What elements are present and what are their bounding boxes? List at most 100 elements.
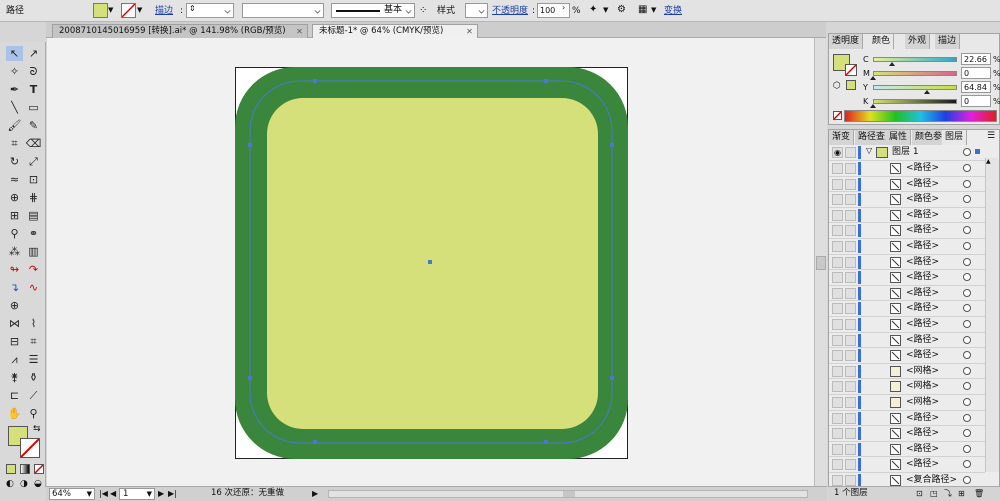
blend-tool-icon[interactable]: ⚭ bbox=[25, 226, 42, 241]
warp-tool-icon[interactable]: ≈ bbox=[6, 172, 23, 187]
eye-toggle[interactable] bbox=[832, 178, 843, 190]
eye-toggle[interactable] bbox=[832, 163, 843, 174]
layers-scrollbar[interactable]: ▲ bbox=[985, 158, 999, 472]
pen-tool-icon[interactable]: ✒ bbox=[6, 82, 23, 97]
slider-thumb[interactable] bbox=[924, 90, 931, 94]
target-icon[interactable] bbox=[963, 413, 971, 422]
lock-toggle[interactable] bbox=[845, 443, 856, 455]
lock-toggle[interactable] bbox=[845, 287, 856, 299]
lock-toggle[interactable] bbox=[845, 272, 856, 284]
fill-swatch[interactable] bbox=[93, 3, 108, 18]
slider-thumb[interactable] bbox=[870, 104, 876, 108]
eye-toggle[interactable] bbox=[832, 459, 843, 471]
wave-tool-icon[interactable]: ⌇ bbox=[25, 316, 42, 331]
target-icon[interactable] bbox=[963, 320, 971, 328]
layer-item-row[interactable]: <路径> bbox=[829, 442, 985, 458]
eye-toggle[interactable] bbox=[832, 225, 843, 237]
target-icon[interactable] bbox=[963, 210, 971, 219]
layer-item-row[interactable]: <路径> bbox=[829, 411, 985, 427]
join-tool-icon[interactable]: ↴ bbox=[6, 280, 23, 295]
inner-rounded-square[interactable] bbox=[267, 98, 598, 429]
hand-tool-icon[interactable]: ✋ bbox=[6, 406, 23, 421]
slider-value[interactable]: 0 bbox=[961, 95, 991, 107]
layer-item-row[interactable]: <路径> bbox=[829, 208, 985, 224]
new-layer-icon[interactable]: ⊞ bbox=[958, 487, 965, 500]
scroll-thumb[interactable] bbox=[816, 256, 826, 270]
lock-toggle[interactable] bbox=[845, 256, 856, 268]
target-icon[interactable] bbox=[963, 366, 971, 375]
layer-item-row[interactable]: <网格> bbox=[829, 379, 985, 395]
layer-item-row[interactable]: <路径> bbox=[829, 239, 985, 255]
anchor-point[interactable] bbox=[248, 376, 252, 380]
lock-toggle[interactable] bbox=[845, 163, 856, 174]
perspective-grid-tool-icon[interactable]: ⋕ bbox=[25, 190, 42, 205]
next-artboard-icon[interactable]: ▶ bbox=[158, 487, 164, 500]
vertical-scrollbar[interactable] bbox=[814, 38, 827, 487]
line-tool-icon[interactable]: ╲ bbox=[6, 100, 23, 115]
layer-item-row[interactable]: <路径> bbox=[829, 161, 985, 177]
artboard-dropdown[interactable]: 1 ▼ bbox=[119, 488, 155, 500]
out-of-gamut-icon[interactable]: ⬡ bbox=[833, 81, 841, 91]
width-tool-icon[interactable]: ⌗ bbox=[25, 334, 42, 349]
target-icon[interactable] bbox=[963, 444, 971, 453]
crop-tool-icon[interactable]: ⊏ bbox=[6, 388, 23, 403]
cyan-slider[interactable] bbox=[873, 57, 957, 62]
layer-item-row[interactable]: <路径> bbox=[829, 270, 985, 286]
eye-toggle[interactable] bbox=[832, 241, 843, 252]
eraser-tool-icon[interactable]: ⌫ bbox=[25, 136, 42, 151]
selection-tool-icon[interactable]: ↖ bbox=[6, 46, 23, 61]
target-icon[interactable] bbox=[963, 195, 971, 204]
target-icon[interactable] bbox=[963, 148, 971, 156]
target-icon[interactable] bbox=[963, 273, 971, 282]
tab-stroke[interactable]: 描边 bbox=[935, 34, 961, 49]
tab-gradient[interactable]: 渐变 bbox=[829, 130, 855, 145]
anchor-point[interactable] bbox=[544, 440, 548, 444]
anchor-point[interactable] bbox=[610, 143, 614, 147]
opacity-input[interactable]: 100 › bbox=[537, 3, 570, 18]
target-icon[interactable] bbox=[963, 476, 971, 484]
target-icon[interactable] bbox=[963, 398, 971, 406]
tab-document-2[interactable]: 未标题-1* @ 64% (CMYK/预览) ✕ bbox=[312, 24, 478, 38]
locate-object-icon[interactable]: ⊡ bbox=[916, 487, 923, 500]
eye-toggle[interactable] bbox=[832, 443, 843, 455]
layer-item-row[interactable]: <路径> bbox=[829, 286, 985, 302]
stroke-weight-dropdown[interactable]: ⇕ bbox=[186, 3, 234, 18]
direct-selection-tool-icon[interactable]: ↗ bbox=[25, 46, 42, 61]
magic-wand-tool-icon[interactable]: ✧ bbox=[6, 64, 23, 79]
eye-toggle[interactable] bbox=[832, 350, 843, 362]
draw-behind-icon[interactable]: ◑ bbox=[20, 479, 28, 489]
target-icon[interactable] bbox=[963, 257, 971, 266]
lock-toggle[interactable] bbox=[845, 241, 856, 252]
target-icon[interactable] bbox=[963, 288, 971, 297]
eye-toggle[interactable] bbox=[832, 365, 843, 377]
curvature-tool-icon[interactable]: ↷ bbox=[25, 262, 42, 277]
lock-toggle[interactable] bbox=[845, 428, 856, 440]
target-icon[interactable] bbox=[963, 351, 971, 360]
scroll-up-icon[interactable]: ▲ bbox=[986, 158, 991, 166]
clipping-mask-icon[interactable]: ◳ bbox=[930, 487, 938, 500]
target-icon[interactable] bbox=[963, 335, 971, 344]
artboard-tool-icon[interactable]: ⊕ bbox=[6, 298, 23, 313]
slider-thumb[interactable] bbox=[889, 62, 896, 66]
eye-icon[interactable]: ◉ bbox=[832, 147, 843, 158]
layer-item-row[interactable]: <路径> bbox=[829, 348, 985, 364]
style-dropdown[interactable] bbox=[465, 3, 488, 18]
gamut-swatch[interactable] bbox=[846, 80, 856, 90]
tab-color-guide[interactable]: 颜色参 bbox=[912, 130, 947, 145]
lasso-tool-icon[interactable]: ᘐ bbox=[25, 64, 42, 79]
tab-color[interactable]: 颜色 bbox=[869, 34, 895, 49]
zoom-tool-icon[interactable]: ⚲ bbox=[25, 406, 42, 421]
target-icon[interactable] bbox=[963, 242, 971, 250]
eye-toggle[interactable] bbox=[832, 428, 843, 440]
draw-inside-icon[interactable]: ◒ bbox=[34, 479, 42, 489]
last-artboard-icon[interactable]: ▶| bbox=[168, 487, 177, 500]
slider-thumb[interactable] bbox=[870, 76, 876, 80]
anchor-point-tool-icon[interactable]: ↬ bbox=[6, 262, 23, 277]
scroll-thumb[interactable] bbox=[563, 491, 575, 497]
align-dropdown-icon[interactable]: ▼ bbox=[651, 6, 656, 14]
variable-width-dropdown[interactable] bbox=[242, 3, 324, 18]
color-mode-icon[interactable] bbox=[6, 464, 16, 474]
target-icon[interactable] bbox=[963, 460, 971, 469]
slice-tool-icon[interactable]: ⊟ bbox=[6, 334, 23, 349]
panel-stroke-swatch[interactable] bbox=[845, 64, 857, 76]
